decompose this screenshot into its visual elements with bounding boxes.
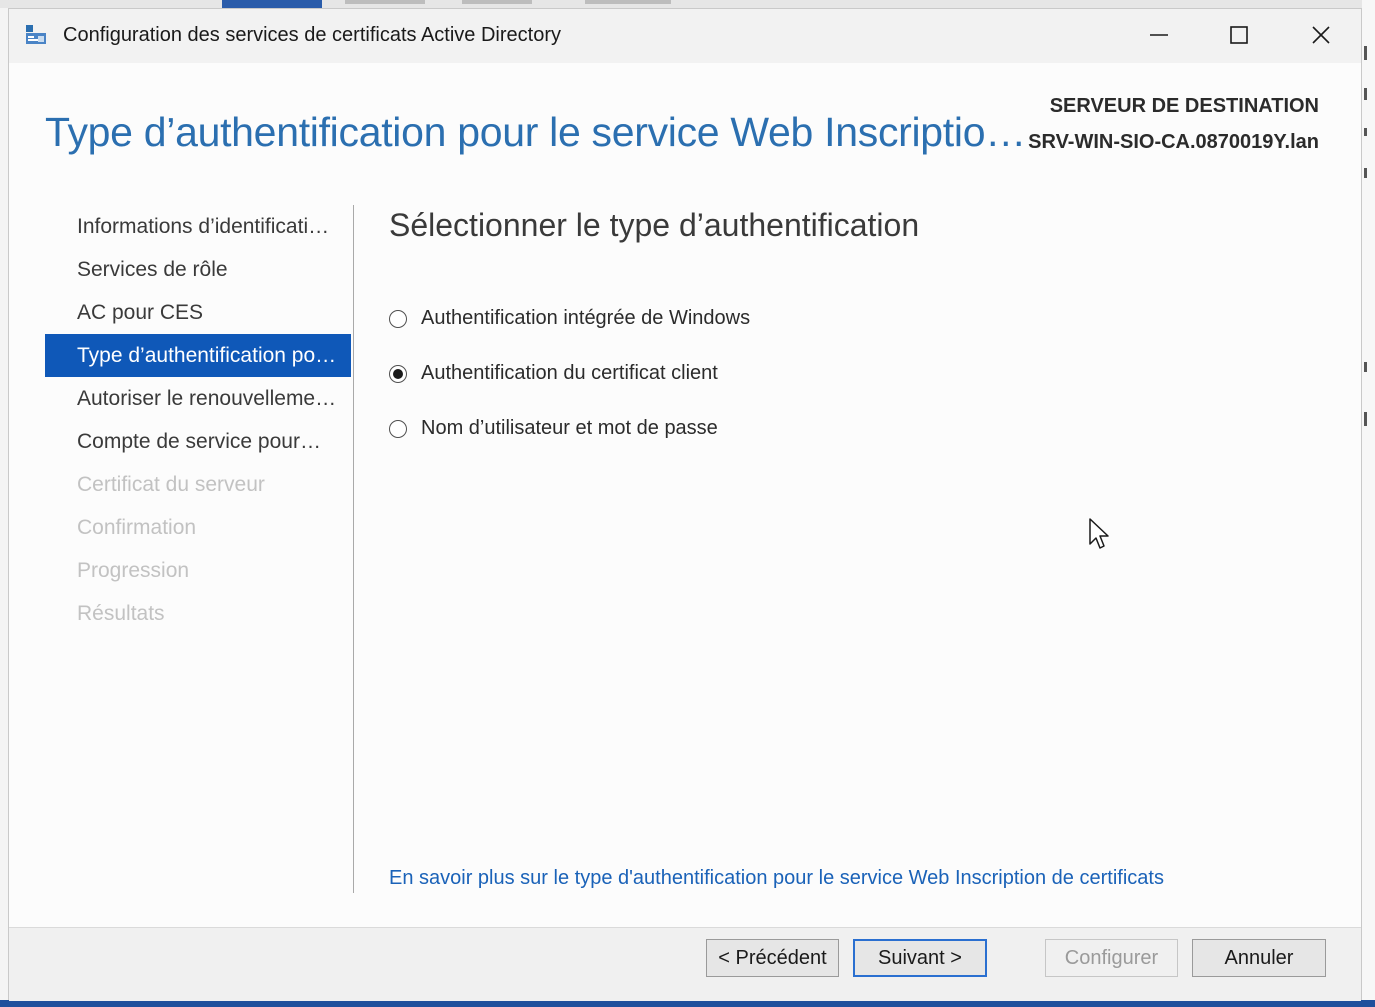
nav-item-role-services[interactable]: Services de rôle: [45, 248, 351, 291]
wizard-steps-nav: Informations d’identificati… Services de…: [45, 205, 351, 635]
nav-item-confirmation: Confirmation: [77, 516, 197, 539]
nav-item-authentication-type[interactable]: Type d’authentification po…: [45, 334, 351, 377]
wizard-dialog: Configuration des services de certificat…: [8, 8, 1362, 1001]
close-icon: [1312, 26, 1330, 44]
nav-item-progress: Progression: [77, 559, 190, 582]
cancel-button[interactable]: Annuler: [1192, 939, 1326, 977]
destination-server-label: SERVEUR DE DESTINATION: [1049, 95, 1319, 117]
background-tab-selected: [222, 0, 322, 8]
background-taskbar-strip: [0, 0, 1375, 8]
background-tab: [462, 0, 532, 4]
nav-item-results: Résultats: [77, 602, 165, 625]
radio-button[interactable]: [389, 309, 407, 328]
nav-divider: [353, 205, 354, 893]
page-title: Type d’authentification pour le service …: [45, 109, 1026, 155]
close-button[interactable]: [1299, 17, 1343, 53]
radio-button[interactable]: [389, 419, 407, 438]
section-title: Sélectionner le type d’authentification: [389, 207, 920, 243]
background-tab: [585, 0, 671, 4]
radio-dot-icon: [393, 368, 403, 379]
nav-item-server-certificate: Certificat du serveur: [77, 473, 265, 496]
server-manager-icon: [26, 25, 46, 44]
background-window-edge: [1362, 0, 1375, 1007]
option-windows-integrated[interactable]: Authentification intégrée de Windows: [389, 291, 750, 346]
background-taskbar: [0, 1000, 1375, 1007]
maximize-button[interactable]: [1217, 17, 1261, 53]
option-client-certificate[interactable]: Authentification du certificat client: [389, 346, 750, 401]
previous-button[interactable]: < Précédent: [706, 939, 839, 977]
mouse-pointer-icon: [1089, 518, 1109, 549]
option-label: Authentification intégrée de Windows: [421, 307, 751, 329]
nav-item-key-renewal[interactable]: Autoriser le renouvelleme…: [45, 377, 351, 420]
title-bar[interactable]: Configuration des services de certificat…: [9, 9, 1361, 63]
authentication-type-options: Authentification intégrée de Windows Aut…: [389, 291, 750, 456]
configure-button: Configurer: [1045, 939, 1178, 977]
maximize-icon: [1230, 26, 1248, 44]
minimize-button[interactable]: [1137, 17, 1181, 53]
destination-server-name: SRV-WIN-SIO-CA.0870019Y.lan: [1028, 131, 1319, 153]
window-title: Configuration des services de certificat…: [63, 24, 561, 46]
background-tab: [345, 0, 425, 4]
option-label: Nom d’utilisateur et mot de passe: [421, 417, 718, 439]
nav-item-credentials[interactable]: Informations d’identificati…: [45, 205, 351, 248]
nav-item-service-account[interactable]: Compte de service pour…: [45, 420, 351, 463]
option-username-password[interactable]: Nom d’utilisateur et mot de passe: [389, 401, 750, 456]
nav-item-ca-for-ces[interactable]: AC pour CES: [45, 291, 351, 334]
minimize-icon: [1150, 34, 1168, 36]
next-button[interactable]: Suivant >: [853, 939, 987, 977]
help-link[interactable]: En savoir plus sur le type d'authentific…: [389, 867, 1164, 890]
radio-button-selected[interactable]: [389, 364, 407, 383]
option-label: Authentification du certificat client: [421, 362, 718, 384]
